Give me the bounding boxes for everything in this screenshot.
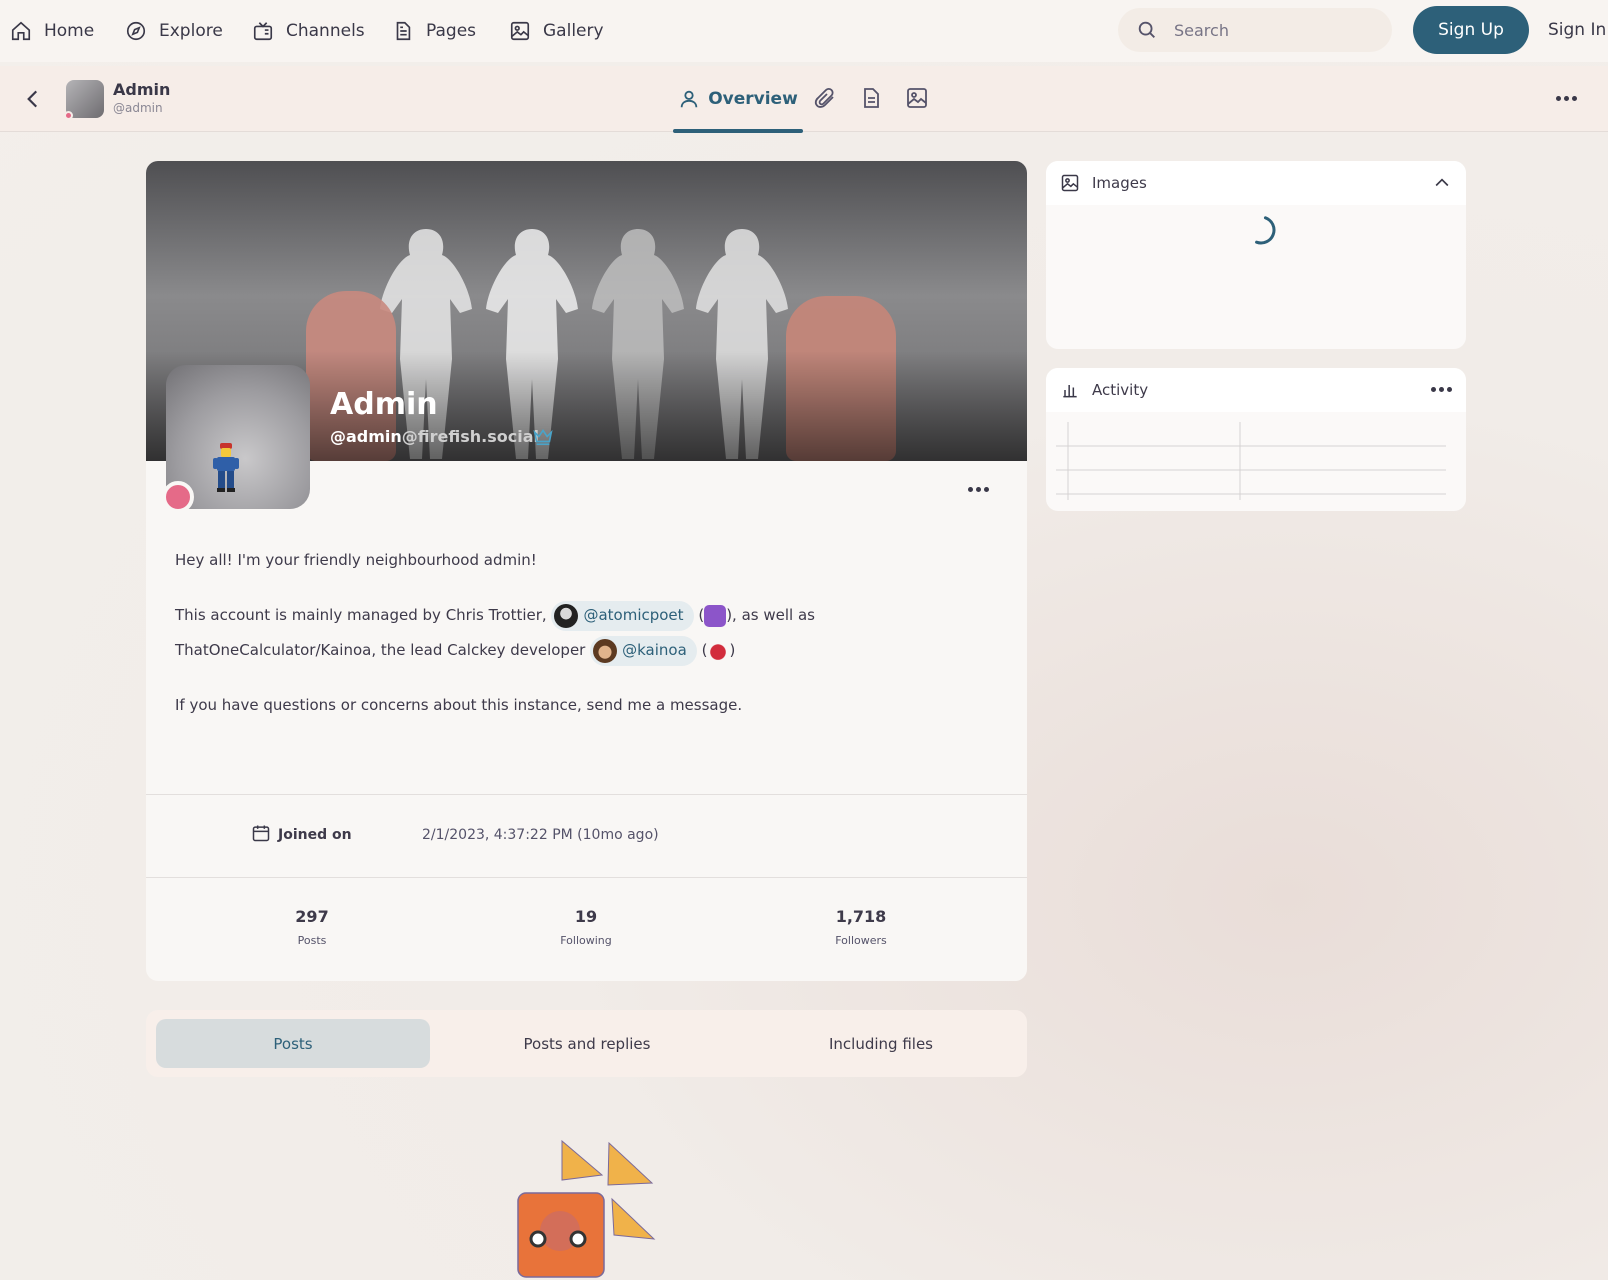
bio-text: This account is mainly managed by Chris … <box>175 606 547 624</box>
paperclip-icon <box>814 87 834 108</box>
post-filter-tabs: Posts Posts and replies Including files <box>146 1010 1027 1077</box>
collapse-button[interactable] <box>1432 173 1452 197</box>
mention-kainoa[interactable]: @kainoa <box>590 635 697 666</box>
widget-header: Images <box>1046 161 1466 205</box>
compass-icon <box>126 21 146 41</box>
channels-icon <box>253 22 273 41</box>
nav-explore[interactable]: Explore <box>125 0 223 62</box>
tab-gallery[interactable] <box>905 86 929 110</box>
stat-number: 19 <box>574 907 598 926</box>
tab-posts[interactable]: Posts <box>156 1019 430 1068</box>
mascot-image <box>517 1139 656 1278</box>
acct-user: @admin <box>330 427 402 446</box>
back-button[interactable] <box>20 86 46 112</box>
stat-label: Followers <box>835 934 887 947</box>
search-box[interactable] <box>1118 8 1392 52</box>
search-input[interactable] <box>1174 20 1374 40</box>
stat-following[interactable]: 19 Following <box>526 907 646 947</box>
tab-overview-label: Overview <box>708 89 798 109</box>
stat-label: Posts <box>297 934 327 947</box>
nav-home[interactable]: Home <box>10 0 94 62</box>
home-icon <box>11 21 31 41</box>
bio-line: If you have questions or concerns about … <box>175 696 743 714</box>
activity-grid <box>1056 422 1446 500</box>
atom-emoji-icon <box>704 604 727 627</box>
nav-pages[interactable]: Pages <box>392 0 476 62</box>
tab-including-files[interactable]: Including files <box>744 1019 1018 1068</box>
tab-overview[interactable]: Overview <box>673 66 803 133</box>
chevron-left-icon <box>27 90 38 108</box>
widget-header: Activity <box>1046 368 1466 412</box>
more-icon <box>1556 95 1577 101</box>
tab-pages[interactable] <box>859 86 883 110</box>
nav-gallery[interactable]: Gallery <box>509 0 604 62</box>
user-icon <box>680 90 698 108</box>
lego-figure-graphic <box>213 443 239 492</box>
images-widget: Images <box>1046 161 1466 349</box>
loading-spinner-icon <box>1244 213 1278 247</box>
sign-up-button[interactable]: Sign Up <box>1413 6 1529 54</box>
avatar[interactable] <box>64 80 104 120</box>
joined-label: Joined on <box>278 827 352 843</box>
subheader-name: Admin <box>113 80 171 99</box>
profile-acct: @admin@firefish.social <box>330 427 539 446</box>
nav-pages-label: Pages <box>426 21 477 41</box>
avatar <box>554 603 579 628</box>
bio-line: This account is mainly managed by Chris … <box>175 598 995 668</box>
page-icon <box>396 21 411 41</box>
nav-explore-label: Explore <box>159 21 223 41</box>
stat-followers[interactable]: 1,718 Followers <box>801 907 921 947</box>
mention-label: @kainoa <box>622 641 687 659</box>
profile-subheader: Admin @admin Overview <box>0 66 1608 133</box>
stat-number: 297 <box>295 907 329 926</box>
nav-channels-label: Channels <box>286 21 365 41</box>
joined-value: 2/1/2023, 4:37:22 PM (10mo ago) <box>422 827 659 843</box>
widget-title: Activity <box>1092 381 1149 399</box>
divider <box>146 794 1027 795</box>
top-navigation: Home Explore Channels Pages Gallery Sign… <box>0 0 1608 62</box>
stat-label: Following <box>560 934 612 947</box>
stat-number: 1,718 <box>835 907 887 926</box>
online-indicator <box>162 481 194 513</box>
image-icon <box>907 88 927 108</box>
nav-home-label: Home <box>44 21 95 41</box>
tab-files[interactable] <box>813 86 837 110</box>
subheader-handle: @admin <box>113 101 163 115</box>
profile-card: Admin @admin@firefish.social Hey all! I'… <box>146 161 1027 981</box>
sign-in-button[interactable]: Sign In <box>1548 0 1606 60</box>
tab-posts-and-replies[interactable]: Posts and replies <box>450 1019 724 1068</box>
acct-host: @firefish.social <box>401 427 540 446</box>
more-icon <box>1431 387 1452 392</box>
widget-more-button[interactable] <box>1431 387 1452 392</box>
nav-channels[interactable]: Channels <box>252 0 365 62</box>
online-indicator <box>64 111 73 120</box>
bird-emoji-icon <box>707 639 730 662</box>
mention-atomicpoet[interactable]: @atomicpoet <box>551 600 694 631</box>
image-icon <box>510 21 530 41</box>
mention-label: @atomicpoet <box>583 606 684 624</box>
profile-more-button[interactable] <box>968 487 989 492</box>
nav-gallery-label: Gallery <box>543 21 604 41</box>
profile-bio: Hey all! I'm your friendly neighbourhood… <box>175 543 995 743</box>
bio-line: Hey all! I'm your friendly neighbourhood… <box>175 551 537 569</box>
chevron-up-icon <box>1435 178 1449 187</box>
stat-posts[interactable]: 297 Posts <box>252 907 372 947</box>
search-icon <box>1138 21 1155 38</box>
image-icon <box>1061 174 1079 192</box>
divider <box>146 877 1027 878</box>
activity-widget: Activity <box>1046 368 1466 511</box>
widget-title: Images <box>1092 174 1147 192</box>
bar-chart-icon <box>1063 385 1077 398</box>
profile-name: Admin <box>330 387 438 422</box>
more-icon <box>968 487 989 492</box>
calendar-icon <box>251 823 271 843</box>
paren-close: ) <box>729 641 736 659</box>
crown-icon <box>532 425 554 447</box>
avatar <box>593 638 618 663</box>
more-options-button[interactable] <box>1556 86 1580 110</box>
page-icon <box>864 88 879 108</box>
